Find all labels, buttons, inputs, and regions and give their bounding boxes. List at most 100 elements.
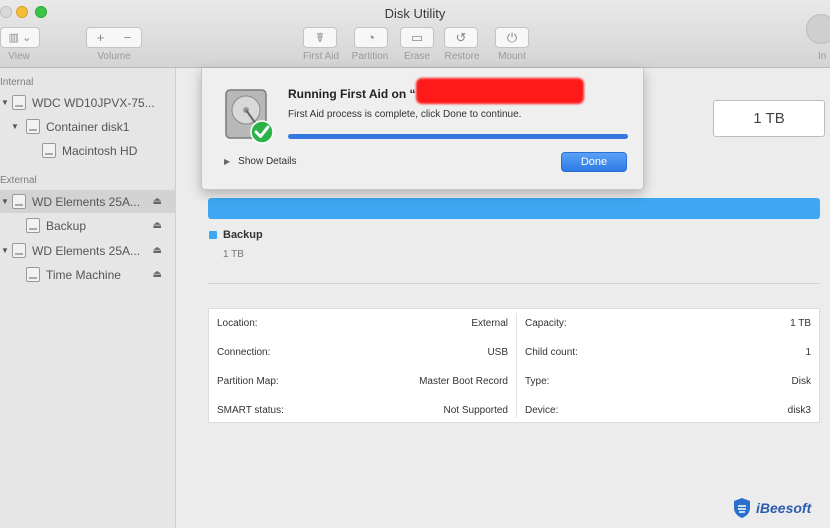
sidebar-item-label: Time Machine: [46, 267, 121, 282]
volume-button-group[interactable]: + −: [86, 27, 142, 48]
info-row-capacity: Capacity: 1 TB: [517, 309, 819, 338]
first-aid-label: First Aid: [302, 51, 340, 62]
eject-icon[interactable]: ⏏: [153, 196, 162, 207]
info-column-right: Capacity: 1 TB Child count: 1 Type: Disk…: [517, 309, 819, 422]
show-details-label: Show Details: [238, 156, 297, 167]
eject-icon[interactable]: ⏏: [153, 245, 162, 256]
erase-drive-icon: ▭: [410, 29, 424, 45]
dialog-message: First Aid process is complete, click Don…: [288, 109, 522, 120]
info-label: Capacity:: [525, 318, 567, 329]
info-label: Location:: [217, 318, 258, 329]
sidebar-item-time-machine[interactable]: Time Machine ⏏: [0, 263, 176, 286]
view-label: View: [8, 51, 30, 62]
sidebar-item-wd-elements-1[interactable]: ▼ WD Elements 25A... ⏏: [0, 190, 176, 213]
window-title: Disk Utility: [384, 6, 446, 21]
bee-shield-icon: [734, 498, 750, 518]
progress-bar: [288, 134, 628, 139]
info-table: Location: External Connection: USB Parti…: [208, 308, 820, 423]
legend-swatch: [209, 231, 217, 239]
info-row-device: Device: disk3: [517, 396, 819, 425]
first-aid-button[interactable]: ☤: [303, 27, 337, 48]
sidebar-item-label: WDC WD10JPVX-75...: [32, 95, 155, 110]
legend-size: 1 TB: [223, 249, 244, 260]
info-label: Type:: [525, 376, 550, 387]
sidebar-item-container-disk1[interactable]: ▼ Container disk1: [0, 115, 176, 138]
disclosure-triangle-icon[interactable]: ▼: [0, 197, 10, 206]
sidebar-item-label: WD Elements 25A...: [32, 194, 141, 209]
external-disk-icon: [12, 243, 26, 258]
mount-button[interactable]: ⏻: [495, 27, 529, 48]
eject-icon[interactable]: ⏏: [153, 269, 162, 280]
sidebar-item-wd-elements-2[interactable]: ▼ WD Elements 25A... ⏏: [0, 239, 176, 262]
restore-arrow-icon: ↺: [455, 29, 467, 45]
mount-label: Mount: [498, 51, 526, 62]
sidebar-item-backup[interactable]: Backup ⏏: [0, 214, 176, 237]
sidebar-item-label: Container disk1: [46, 119, 130, 134]
sidebar-item-label: WD Elements 25A...: [32, 243, 141, 258]
disclosure-triangle-icon[interactable]: ▶: [224, 157, 230, 166]
redaction-mark: [416, 78, 584, 104]
progress-fill: [288, 134, 628, 139]
divider: [208, 283, 820, 284]
volume-icon: [26, 267, 40, 282]
disclosure-triangle-icon[interactable]: ▼: [0, 246, 10, 255]
sidebar-item-label: Backup: [46, 218, 87, 233]
info-label: Device:: [525, 405, 559, 416]
info-row-smart-status: SMART status: Not Supported: [209, 396, 516, 425]
info-label: Connection:: [217, 347, 271, 358]
stethoscope-icon: ☤: [315, 29, 325, 45]
info-row-connection: Connection: USB: [209, 338, 516, 367]
hard-drive-check-icon: [225, 89, 274, 144]
watermark: iBeesoft: [732, 497, 811, 519]
info-label: Child count:: [525, 347, 578, 358]
partition-pie-icon: ◔: [367, 30, 375, 45]
usage-bar: [208, 198, 820, 219]
internal-disk-icon: [12, 95, 26, 110]
capacity-box: 1 TB: [713, 100, 825, 137]
info-row-partition-map: Partition Map: Master Boot Record: [209, 367, 516, 396]
sidebar-item-label: Macintosh HD: [62, 143, 138, 158]
info-label: SMART status:: [217, 405, 284, 416]
eject-icon[interactable]: ⏏: [153, 220, 162, 231]
sidebar-view-icon: ▥ ⌄: [8, 32, 32, 44]
info-value: 1 TB: [790, 318, 811, 329]
disclosure-triangle-icon[interactable]: ▼: [0, 98, 10, 107]
dialog-title: Running First Aid on “: [288, 87, 416, 101]
info-row-location: Location: External: [209, 309, 516, 338]
first-aid-dialog: Running First Aid on “ First Aid process…: [201, 68, 644, 190]
title-bar: Disk Utility ▥ ⌄ View + − Volume ☤ First…: [0, 0, 830, 68]
volume-icon: [42, 143, 56, 158]
legend-name: Backup: [223, 229, 263, 241]
mount-icon: ⏻: [506, 29, 518, 45]
view-button[interactable]: ▥ ⌄: [0, 27, 40, 48]
container-icon: [26, 119, 40, 134]
add-volume-icon[interactable]: +: [97, 30, 105, 45]
info-column-left: Location: External Connection: USB Parti…: [209, 309, 516, 422]
restore-label: Restore: [444, 51, 480, 62]
show-details-toggle[interactable]: ▶ Show Details: [224, 156, 297, 167]
sidebar-item-macintosh-hd[interactable]: Macintosh HD: [0, 139, 176, 162]
restore-button[interactable]: ↺: [444, 27, 478, 48]
info-value: 1: [805, 347, 811, 358]
watermark-text: iBeesoft: [756, 500, 812, 516]
disclosure-triangle-icon[interactable]: ▼: [10, 122, 20, 131]
info-value: Disk: [791, 376, 811, 387]
volume-icon: [26, 218, 40, 233]
info-label: In: [818, 51, 827, 62]
info-label: Partition Map:: [217, 376, 279, 387]
partition-button[interactable]: ◔: [354, 27, 388, 48]
erase-button[interactable]: ▭: [400, 27, 434, 48]
partition-label: Partition: [351, 51, 389, 62]
sidebar-section-internal: Internal: [0, 77, 34, 88]
sidebar: Internal ▼ WDC WD10JPVX-75... ▼ Containe…: [0, 68, 176, 528]
done-button[interactable]: Done: [561, 152, 627, 172]
info-value: Master Boot Record: [419, 376, 508, 387]
sidebar-item-wdc-disk[interactable]: ▼ WDC WD10JPVX-75...: [0, 91, 176, 114]
sidebar-section-external: External: [0, 175, 37, 186]
erase-label: Erase: [403, 51, 431, 62]
info-value: External: [471, 318, 508, 329]
info-value: Not Supported: [443, 405, 509, 416]
info-value: disk3: [787, 405, 811, 416]
info-button[interactable]: [806, 14, 830, 44]
remove-volume-icon[interactable]: −: [124, 30, 132, 45]
